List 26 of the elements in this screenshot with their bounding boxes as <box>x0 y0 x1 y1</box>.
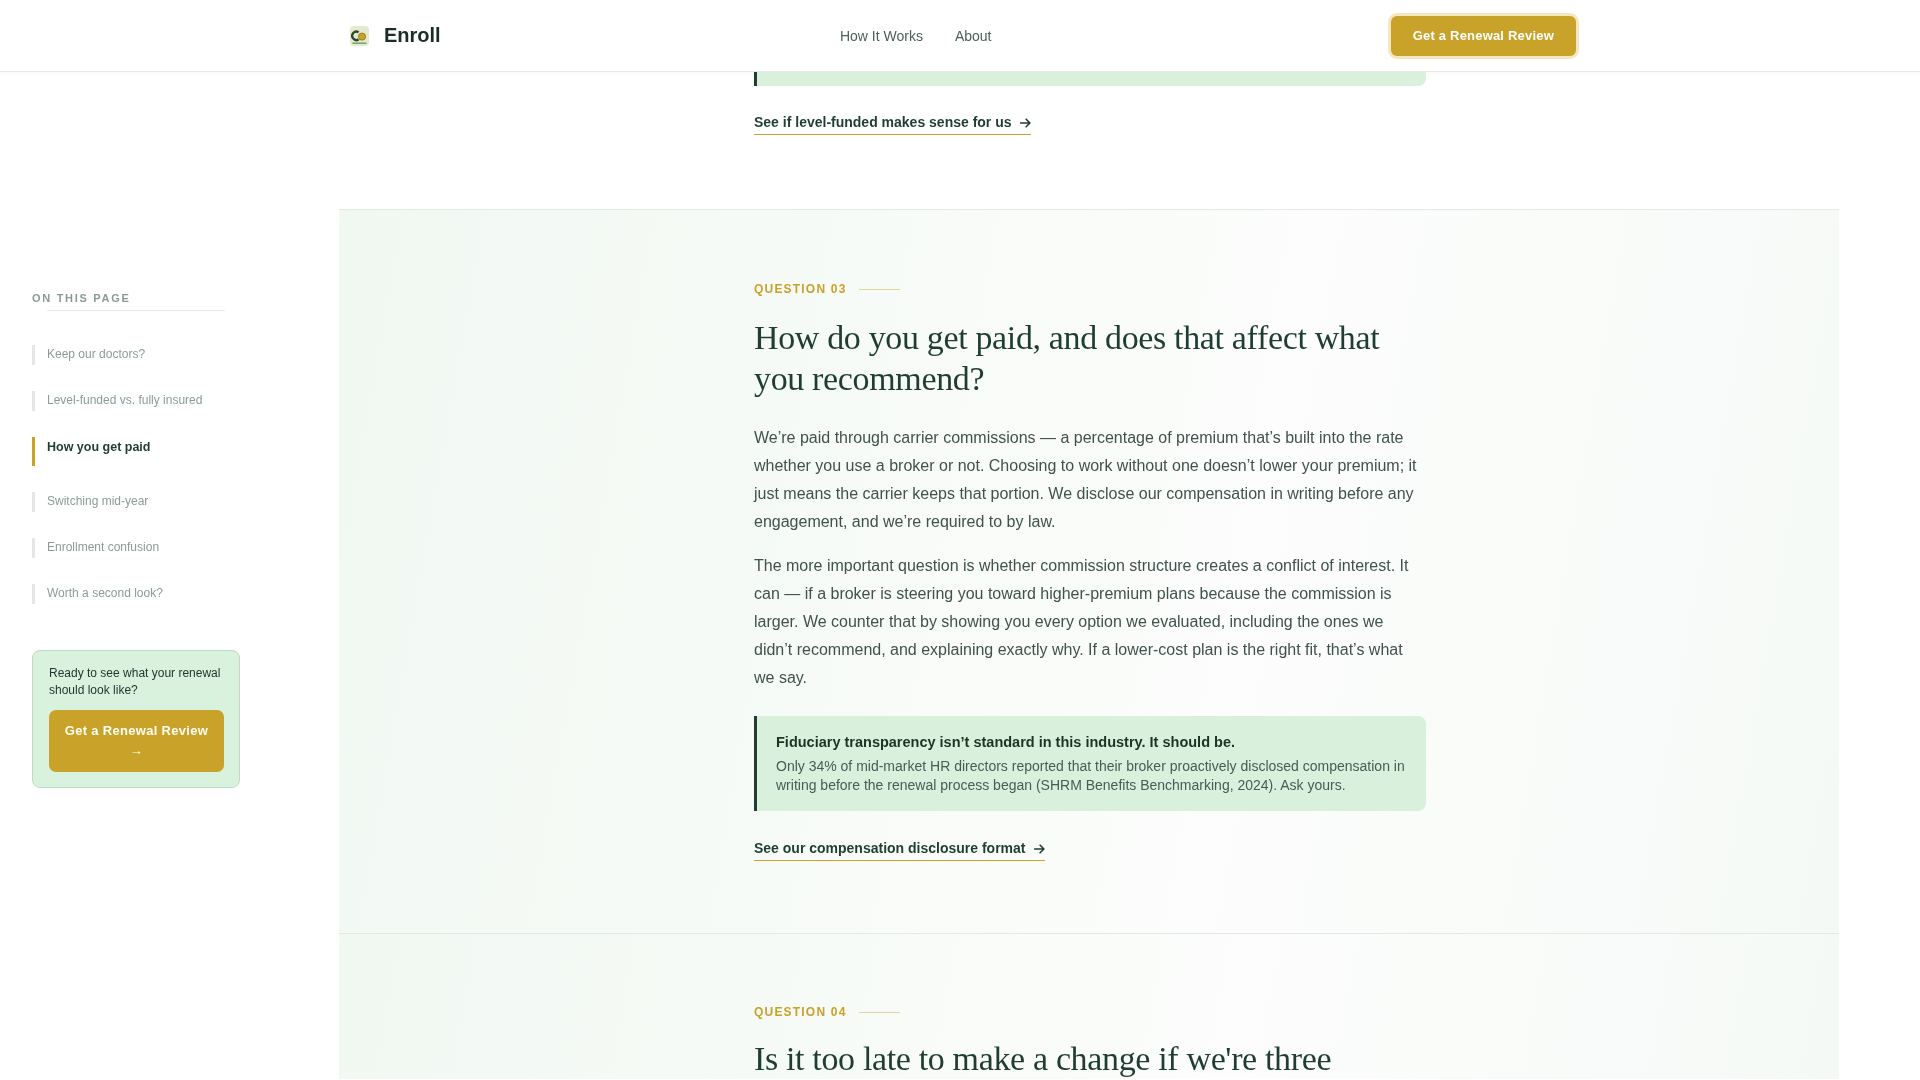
question-heading: Is it too late to make a change if we're three <box>754 1039 1333 1079</box>
nav-link[interactable]: About <box>954 26 992 45</box>
text-link[interactable]: See if level-funded makes sense for us <box>754 114 1031 135</box>
question-label: QUESTION 04 <box>754 1005 847 1019</box>
text-link[interactable]: See our compensation disclosure format <box>754 840 1045 861</box>
toc-link[interactable]: Enrollment confusion <box>32 538 160 558</box>
nav-link[interactable]: How It Works <box>839 26 923 45</box>
cta-button[interactable]: Get a Renewal Review <box>1390 15 1576 56</box>
question-label: QUESTION 03 <box>754 282 847 296</box>
logo-icon <box>350 25 369 46</box>
body-paragraph: We’re paid through carrier commissions — a percentage of premium that’s built into the rate whether you use a broker or not. Choosing to work without one doesn’t lower your premium; it just means the carrier keeps that portion. We disclose our compensation in writing before any engagement, and we’re required to by law. <box>754 428 1418 532</box>
callout-text: Only 34% of mid-market HR directors reported that their broker proactively disclosed compensation in writing before the renewal process began (SHRM Benefits Benchmarking, 2024). Ask yours. <box>776 757 1406 795</box>
toc-link[interactable]: Keep our doctors? <box>32 345 146 365</box>
arrow-right-icon <box>1019 117 1031 128</box>
toc-link[interactable]: Switching mid-year <box>32 492 149 512</box>
cta-text: Ready to see what your renewal should look like? <box>49 665 222 699</box>
toc-link[interactable]: Worth a second look? <box>32 584 163 604</box>
cta-button[interactable]: Get a Renewal Review → <box>49 710 224 772</box>
callout-title: Fiduciary transparency isn’t standard in this industry. It should be. <box>776 733 1236 752</box>
brand-link[interactable]: Enroll <box>350 24 441 47</box>
question-heading: How do you get paid, and does that affect what you recommend? <box>754 318 1381 399</box>
toc-heading: ON THIS PAGE <box>32 291 131 305</box>
body-paragraph: The more important question is whether commission structure creates a conflict of interest. It can — if a broker is steering you toward higher-premium plans because the commission is larger. We counter that by showing you every option we evaluated, including the ones we didn’t recommend, and explaining exactly why. If a lower-cost plan is the right fit, that’s what we say. <box>754 556 1410 688</box>
arrow-right-icon <box>1033 843 1045 854</box>
toc-link[interactable]: Level-funded vs. fully insured <box>32 391 203 411</box>
toc-link[interactable]: How you get paid <box>32 437 151 466</box>
